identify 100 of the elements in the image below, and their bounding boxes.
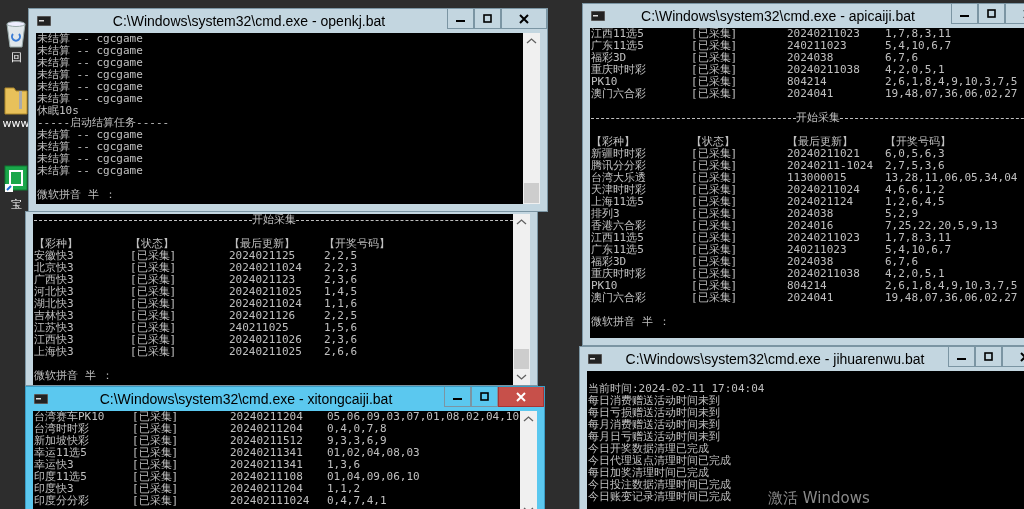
console-cell-text: 01,02,04,08,03: [327, 447, 421, 459]
console-line: 未结算 -- cgcgame: [37, 165, 143, 177]
recycle-bin-icon[interactable]: [5, 20, 27, 48]
console-cell-text: [已采集]: [691, 292, 739, 304]
maximize-button[interactable]: [474, 9, 501, 29]
console-cell-text: 河北快3: [34, 286, 75, 298]
scrollbar[interactable]: [523, 33, 540, 204]
console-cell-text: 江西11选5: [591, 232, 644, 244]
console-cell-text: 天津时时彩: [591, 184, 647, 196]
console-line: 未结算 -- cgcgame: [37, 153, 143, 165]
console-cell: 05,06,09,03,07,01,08,02,04,10: [327, 411, 520, 423]
console-cell-text: 1,7,8,3,11: [885, 28, 953, 40]
console-line: 未结算 -- cgcgame: [37, 93, 143, 105]
scroll-thumb[interactable]: [524, 183, 539, 203]
console-cell-text: 腾讯分分彩: [591, 160, 647, 172]
console-cell-text: 上海11选5: [591, 196, 644, 208]
console-cell-text: 2024016: [787, 220, 835, 232]
minimize-button[interactable]: [948, 347, 975, 367]
console-cell-text: 广东11选5: [591, 40, 645, 52]
folder-icon[interactable]: [4, 85, 28, 115]
console-cell-text: [已采集]: [691, 280, 739, 292]
console-line: 微软拼音 半 ：: [37, 189, 117, 201]
minimize-button[interactable]: [447, 9, 474, 29]
console-cell-text: [已采集]: [691, 232, 739, 244]
console-cell-text: [已采集]: [132, 471, 180, 483]
console-line: 当前时间:2024-02-11 17:04:04: [588, 383, 765, 395]
console-cell-text: 20240211026: [229, 334, 303, 346]
console-cell-text: 20240211024: [229, 298, 303, 310]
scrollbar[interactable]: [513, 214, 530, 385]
console-cell-text: 9,3,3,6,9: [327, 435, 388, 447]
maximize-button[interactable]: [978, 4, 1005, 24]
close-icon[interactable]: [519, 13, 529, 24]
maximize-icon[interactable]: [480, 392, 489, 401]
console-cell-text: PK10: [591, 280, 619, 292]
console-cell-text: [已采集]: [130, 346, 178, 358]
console-cell-text: 20240211512: [230, 435, 304, 447]
console-cell-text: 印度快3: [34, 483, 74, 495]
console-cell-text: 0,4,7,4,1: [327, 495, 388, 507]
console-cell-text: 01,04,09,06,10: [327, 471, 421, 483]
console-cell-text: 240211023: [787, 244, 848, 256]
console-cell-text: [已采集]: [691, 160, 739, 172]
app-icon[interactable]: [4, 165, 28, 195]
console-cell-text: 20240211204: [230, 483, 304, 495]
console-cell-text: [已采集]: [130, 334, 178, 346]
console-cell-text: 吉林快3: [34, 310, 75, 322]
console-cell-text: 2,2,3: [324, 262, 359, 274]
console-cell-text: 20240211-1024: [787, 160, 875, 172]
console-line: 今日投注数据清理时间已完成: [588, 479, 731, 491]
console-cell-text: 1,3,6: [327, 459, 362, 471]
console-cell-text: 2,7,5,3,6: [885, 160, 946, 172]
console-cell-text: [已采集]: [132, 411, 180, 423]
console-cell-text: [已采集]: [691, 40, 739, 52]
console-cell-text: [已采集]: [691, 88, 739, 100]
console-cell-text: [已采集]: [130, 322, 178, 334]
console-cell-text: [已采集]: [132, 495, 180, 507]
console-cell-text: 安徽快3: [34, 250, 75, 262]
console-line: 每日消费赠送活动时间未到: [588, 395, 720, 407]
minimize-button[interactable]: [951, 4, 978, 24]
console-cell-text: [已采集]: [691, 184, 739, 196]
close-button[interactable]: [501, 9, 547, 29]
window-title: C:\Windows\system32\cmd.exe - xitongcaiji.bat: [98, 391, 394, 407]
console-cell-text: [已采集]: [130, 262, 178, 274]
console-cell-text: 20240211024: [229, 262, 303, 274]
console-cell-text: 2,6,6: [324, 346, 359, 358]
divider-label: 开始采集: [795, 112, 840, 124]
console-cell-text: [已采集]: [691, 64, 739, 76]
scrollbar[interactable]: [520, 411, 537, 509]
console-cell-text: 0,4,0,7,8: [327, 423, 388, 435]
console-cell-text: 1,7,8,3,11: [885, 232, 953, 244]
console-cell-text: [已采集]: [132, 435, 180, 447]
maximize-icon[interactable]: [483, 14, 492, 23]
console-cell-text: [已采集]: [132, 423, 180, 435]
window-title: C:\Windows\system32\cmd.exe - openkj.bat: [111, 13, 387, 29]
close-button[interactable]: [498, 387, 544, 407]
console-line: 每日加奖清理时间已完成: [588, 467, 709, 479]
console-cell-text: 1,4,5: [324, 286, 359, 298]
console-line: 未结算 -- cgcgame: [37, 69, 143, 81]
console-line: 微软拼音 半 ：: [591, 316, 671, 328]
console-line: 未结算 -- cgcgame: [37, 141, 143, 153]
console-cell-text: 20240211038: [787, 64, 861, 76]
console-cell-text: 台湾赛车PK10: [34, 411, 106, 423]
console-cell-text: 20240211204: [230, 411, 304, 423]
console-cell-text: 2,6,1,8,4,9,10,3,7,5: [885, 280, 1019, 292]
console-line: 休眠10s: [37, 105, 79, 117]
console-cell-text: [已采集]: [130, 274, 178, 286]
icon-label: 回: [10, 50, 22, 65]
console-cell-text: 2024021124: [787, 196, 855, 208]
maximize-icon[interactable]: [984, 352, 993, 361]
console-cell-text: 2024021126: [229, 310, 297, 322]
console-cell-text: [已采集]: [691, 196, 739, 208]
console-cell-text: 20240211025: [229, 346, 303, 358]
console-cell-text: 福彩3D: [591, 256, 628, 268]
maximize-icon[interactable]: [987, 9, 996, 18]
scroll-thumb[interactable]: [514, 349, 529, 369]
console-cell-text: [已采集]: [132, 447, 180, 459]
console-cell-text: 上海快3: [34, 346, 75, 358]
maximize-button[interactable]: [975, 347, 1002, 367]
minimize-button[interactable]: [444, 387, 471, 407]
console-cell-text: 20240211025: [229, 286, 303, 298]
console-cell-text: 新疆时时彩: [591, 148, 647, 160]
